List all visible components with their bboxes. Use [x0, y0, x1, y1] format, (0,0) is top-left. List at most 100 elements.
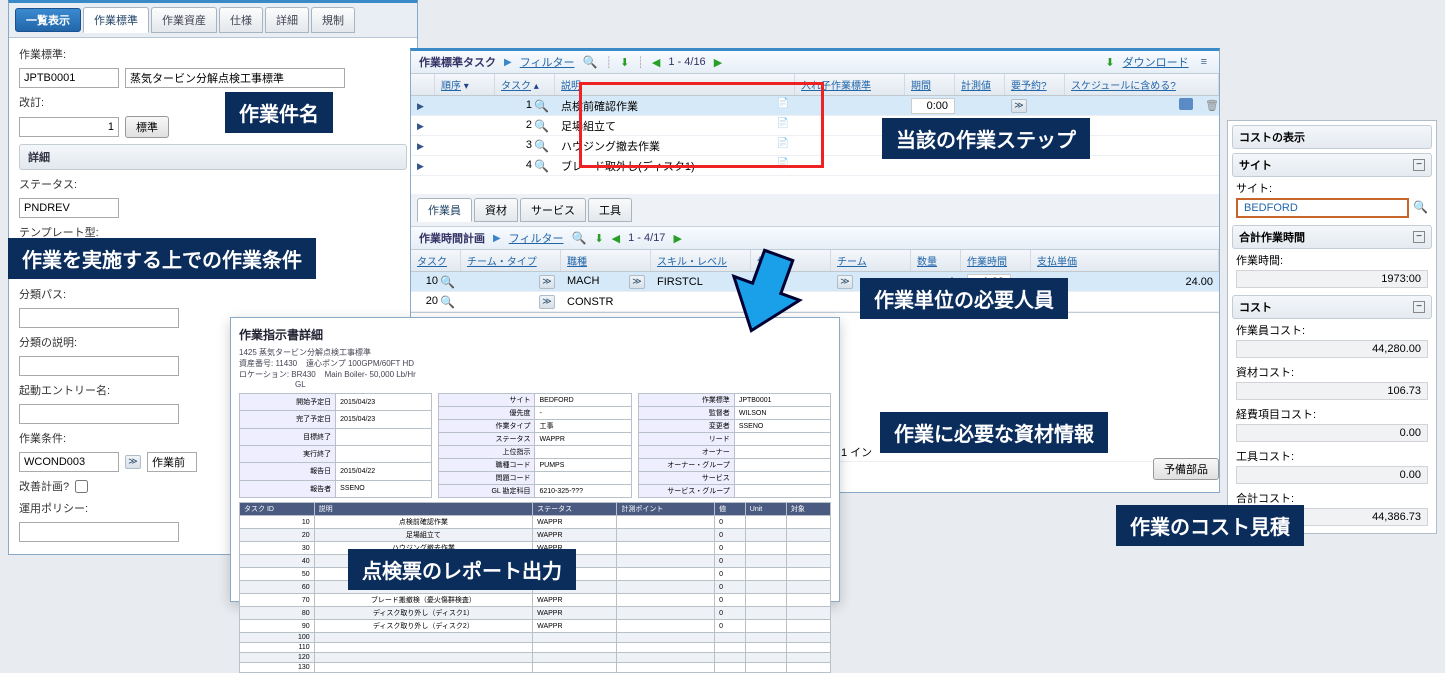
- search-icon[interactable]: 🔍: [571, 231, 586, 245]
- plan-skill: FIRSTCL: [657, 276, 703, 288]
- subtab-tool[interactable]: 工具: [588, 198, 632, 222]
- site-value[interactable]: BEDFORD: [1236, 198, 1409, 218]
- search-icon[interactable]: 🔍: [1413, 200, 1428, 214]
- arrow-down-blue-icon: [720, 248, 810, 338]
- spare-parts-button[interactable]: 予備部品: [1153, 458, 1219, 480]
- expense-cost-label: 経費項目コスト:: [1236, 409, 1316, 421]
- task-toolbar: 作業標準タスク ▶ フィルター 🔍 ┊ ⬇ ┊ ◀ 1 - 4/16 ▶ ⬇ ダ…: [411, 51, 1219, 74]
- status-input[interactable]: [19, 198, 119, 218]
- subtab-service[interactable]: サービス: [520, 198, 586, 222]
- arrow-left-icon[interactable]: ◀: [612, 232, 620, 245]
- search-icon[interactable]: 🔍: [534, 119, 549, 133]
- start-entry-input[interactable]: [19, 404, 179, 424]
- search-icon[interactable]: 🔍: [582, 55, 597, 69]
- plan-row[interactable]: 20🔍≫CONSTR: [411, 292, 1219, 312]
- triangle-right-icon[interactable]: ▶: [417, 161, 424, 171]
- hours-section-header[interactable]: 合計作業時間 −: [1232, 225, 1432, 249]
- subtab-material[interactable]: 資材: [474, 198, 518, 222]
- col-include[interactable]: スケジュールに含める?: [1071, 81, 1176, 92]
- search-icon[interactable]: 🔍: [534, 159, 549, 173]
- expense-cost-value: 0.00: [1236, 424, 1428, 442]
- arrow-down-green-icon[interactable]: ⬇: [620, 56, 629, 69]
- pcol-qty[interactable]: 数量: [917, 257, 937, 268]
- pcol-team[interactable]: チーム: [837, 257, 867, 268]
- revision-input[interactable]: [19, 117, 119, 137]
- cost-view-title: コストの表示: [1239, 129, 1305, 145]
- pcol-team-type[interactable]: チーム・タイプ: [467, 257, 537, 268]
- search-icon[interactable]: 🔍: [440, 275, 455, 289]
- category-desc-input[interactable]: [19, 356, 179, 376]
- arrow-down-green-icon[interactable]: ⬇: [594, 232, 603, 245]
- standard-button[interactable]: 標準: [125, 116, 169, 138]
- operation-policy-input[interactable]: [19, 522, 179, 542]
- pcol-hours[interactable]: 作業時間: [967, 257, 1007, 268]
- report-asset-no: 資産番号: 11430: [239, 359, 297, 368]
- triangle-right-icon[interactable]: ▶: [417, 101, 424, 111]
- arrow-right-icon[interactable]: ▶: [673, 232, 681, 245]
- tab-spec[interactable]: 仕様: [219, 7, 263, 33]
- search-icon[interactable]: 🔍: [534, 99, 549, 113]
- plan-header-row: タスク チーム・タイプ 職種 スキル・レベル 作業員 チーム 数量 作業時間 支…: [411, 250, 1219, 272]
- callout-crew-required: 作業単位の必要人員: [860, 278, 1068, 319]
- pcol-rate[interactable]: 支払単価: [1037, 257, 1077, 268]
- right-panel: コストの表示 サイト − サイト: BEDFORD 🔍 合計作業時間 − 作業時…: [1227, 120, 1437, 534]
- tab-regulation[interactable]: 規制: [311, 7, 355, 33]
- chevron-right-icon[interactable]: ≫: [539, 275, 555, 289]
- work-condition-input[interactable]: [19, 452, 119, 472]
- minus-icon[interactable]: −: [1413, 159, 1425, 171]
- report-asset-desc: 遠心ポンプ 100GPM/60FT HD: [306, 359, 414, 368]
- chevron-right-icon[interactable]: ≫: [837, 275, 853, 289]
- pcol-craft[interactable]: 職種: [567, 257, 587, 268]
- list-view-button[interactable]: 一覧表示: [15, 8, 81, 32]
- work-condition-desc-input[interactable]: [147, 452, 197, 472]
- trash-icon[interactable]: 🗑: [1205, 100, 1219, 112]
- pcol-skill[interactable]: スキル・レベル: [657, 257, 727, 268]
- triangle-right-icon[interactable]: ▶: [417, 121, 424, 131]
- chevron-right-icon[interactable]: ≫: [629, 275, 645, 289]
- search-icon[interactable]: 🔍: [534, 139, 549, 153]
- block-icon[interactable]: [1179, 98, 1193, 110]
- col-dur[interactable]: 期間: [911, 81, 931, 92]
- site-section-header[interactable]: サイト −: [1232, 153, 1432, 177]
- plan-row[interactable]: 10🔍≫MACH≫FIRSTCL≫11:0024.00: [411, 272, 1219, 292]
- kaizen-plan-checkbox[interactable]: [75, 480, 88, 493]
- download-link[interactable]: ダウンロード: [1123, 54, 1189, 70]
- arrow-left-icon[interactable]: ◀: [652, 56, 660, 69]
- site-head: サイト: [1239, 157, 1272, 173]
- col-desc[interactable]: 説明: [561, 81, 581, 92]
- col-task[interactable]: タスク: [501, 81, 531, 92]
- tab-work-standard[interactable]: 作業標準: [83, 7, 149, 33]
- search-icon[interactable]: 🔍: [440, 295, 455, 309]
- report-block-mid: サイトBEDFORD優先度-作業タイプ工事ステータスWAPPR上位指示職種コード…: [438, 393, 631, 498]
- subtab-crew[interactable]: 作業員: [417, 198, 472, 222]
- chevron-right-icon[interactable]: ≫: [1011, 99, 1027, 113]
- tab-work-asset[interactable]: 作業資産: [151, 7, 217, 33]
- work-standard-name-input[interactable]: [125, 68, 345, 88]
- report-subtitle: 1425 蒸気タービン分解点検工事標準: [239, 347, 831, 358]
- tool-cost-label: 工具コスト:: [1236, 451, 1294, 463]
- tab-detail[interactable]: 詳細: [265, 7, 309, 33]
- col-order[interactable]: 順序: [441, 81, 461, 92]
- triangle-right-icon[interactable]: ▶: [417, 141, 424, 151]
- chevron-right-icon[interactable]: ≫: [125, 455, 141, 469]
- plan-filter-link[interactable]: フィルター: [509, 230, 564, 246]
- chevron-right-icon[interactable]: ≫: [539, 295, 555, 309]
- minus-icon[interactable]: −: [1413, 301, 1425, 313]
- col-reserve[interactable]: 要予約?: [1011, 81, 1047, 92]
- work-condition-label: 作業条件:: [19, 430, 66, 446]
- col-meas[interactable]: 計測値: [961, 81, 991, 92]
- plan-toolbar: 作業時間計画 ▶ フィルター 🔍 ⬇ ◀ 1 - 4/17 ▶: [411, 227, 1219, 250]
- detail-section-header: 詳細: [19, 144, 407, 170]
- download-down-icon: ⬇: [1105, 56, 1114, 69]
- cost-section-header[interactable]: コスト −: [1232, 295, 1432, 319]
- equals-icon[interactable]: ≡: [1197, 56, 1211, 68]
- work-standard-id-input[interactable]: [19, 68, 119, 88]
- minus-icon[interactable]: −: [1413, 231, 1425, 243]
- tool-cost-value: 0.00: [1236, 466, 1428, 484]
- material-cost-value: 106.73: [1236, 382, 1428, 400]
- filter-link[interactable]: フィルター: [520, 54, 575, 70]
- category-path-input[interactable]: [19, 308, 179, 328]
- arrow-right-icon[interactable]: ▶: [714, 56, 722, 69]
- pcol-task[interactable]: タスク: [417, 257, 447, 268]
- plan-craft: MACH: [567, 275, 599, 289]
